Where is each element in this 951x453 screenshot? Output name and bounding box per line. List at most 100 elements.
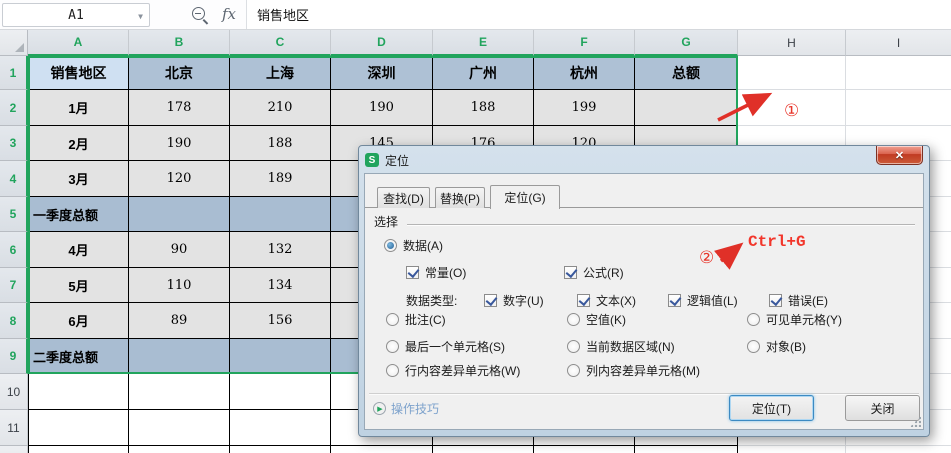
radio-comments[interactable]: 批注(C)	[386, 311, 446, 327]
row-header-9[interactable]: 9	[0, 339, 28, 374]
formula-input[interactable]: 销售地区	[246, 0, 951, 29]
checkbox-numbers[interactable]: 数字(U)	[484, 292, 544, 308]
cell[interactable]	[635, 446, 738, 453]
cell[interactable]: 总额	[635, 56, 738, 90]
cell[interactable]: 199	[534, 90, 635, 126]
cell[interactable]: 深圳	[331, 56, 433, 90]
insert-function-icon[interactable]: fx	[222, 5, 236, 23]
column-header-C[interactable]: C	[230, 30, 331, 56]
cell[interactable]: 178	[129, 90, 230, 126]
checkbox-formulas[interactable]: 公式(R)	[564, 264, 624, 280]
cell[interactable]: 5月	[28, 268, 129, 303]
cell[interactable]: 188	[433, 90, 534, 126]
cell[interactable]	[28, 410, 129, 446]
row-header-12[interactable]: 12	[0, 446, 28, 453]
cell[interactable]: 210	[230, 90, 331, 126]
cell[interactable]	[28, 374, 129, 410]
column-header-F[interactable]: F	[534, 30, 635, 56]
radio-visible-cells[interactable]: 可见单元格(Y)	[747, 311, 842, 327]
cell[interactable]	[738, 56, 846, 90]
cell[interactable]: 1月	[28, 90, 129, 126]
chevron-down-icon[interactable]: ▼	[138, 12, 143, 21]
cell[interactable]: 3月	[28, 161, 129, 197]
row-header-10[interactable]: 10	[0, 374, 28, 410]
column-header-A[interactable]: A	[28, 30, 129, 56]
cell[interactable]	[846, 446, 951, 453]
column-header-H[interactable]: H	[738, 30, 846, 56]
cell[interactable]	[635, 90, 738, 126]
cell[interactable]: 132	[230, 232, 331, 268]
column-header-G[interactable]: G	[635, 30, 738, 56]
row-header-7[interactable]: 7	[0, 268, 28, 303]
radio-current-region[interactable]: 当前数据区域(N)	[567, 338, 675, 354]
cell[interactable]	[230, 374, 331, 410]
cell[interactable]	[230, 446, 331, 453]
cell[interactable]	[433, 446, 534, 453]
cell[interactable]	[230, 339, 331, 374]
cell[interactable]: 189	[230, 161, 331, 197]
cell[interactable]: 190	[331, 90, 433, 126]
cell[interactable]: 杭州	[534, 56, 635, 90]
cell[interactable]: 6月	[28, 303, 129, 339]
row-header-5[interactable]: 5	[0, 197, 28, 232]
cell[interactable]: 4月	[28, 232, 129, 268]
row-header-2[interactable]: 2	[0, 90, 28, 126]
cell[interactable]: 190	[129, 126, 230, 161]
cell[interactable]: 二季度总额	[28, 339, 129, 374]
cell[interactable]: 北京	[129, 56, 230, 90]
cell[interactable]	[331, 446, 433, 453]
radio-row-differences[interactable]: 行内容差异单元格(W)	[386, 362, 520, 378]
row-header-3[interactable]: 3	[0, 126, 28, 161]
cell[interactable]	[846, 90, 951, 126]
row-header-4[interactable]: 4	[0, 161, 28, 197]
close-dialog-button[interactable]: 关闭	[845, 395, 920, 421]
cell[interactable]: 广州	[433, 56, 534, 90]
row-header-1[interactable]: 1	[0, 56, 28, 90]
cell[interactable]	[129, 410, 230, 446]
cell[interactable]	[230, 410, 331, 446]
radio-objects[interactable]: 对象(B)	[747, 338, 806, 354]
tab-replace[interactable]: 替换(P)	[435, 187, 485, 208]
cell[interactable]: 90	[129, 232, 230, 268]
cell[interactable]	[534, 446, 635, 453]
cell[interactable]: 销售地区	[28, 56, 129, 90]
cell[interactable]: 上海	[230, 56, 331, 90]
goto-button[interactable]: 定位(T)	[729, 395, 814, 421]
cell[interactable]	[129, 197, 230, 232]
tab-goto[interactable]: 定位(G)	[490, 185, 560, 209]
close-button[interactable]: ✕	[876, 146, 923, 165]
cell[interactable]: 134	[230, 268, 331, 303]
column-header-I[interactable]: I	[846, 30, 951, 56]
column-header-D[interactable]: D	[331, 30, 433, 56]
checkbox-constants[interactable]: 常量(O)	[406, 264, 466, 280]
zoom-out-icon[interactable]	[192, 7, 205, 20]
select-all-corner[interactable]	[0, 30, 28, 56]
column-header-E[interactable]: E	[433, 30, 534, 56]
cell[interactable]	[28, 446, 129, 453]
cell[interactable]: 188	[230, 126, 331, 161]
radio-data[interactable]: 数据(A)	[384, 237, 443, 253]
tab-find[interactable]: 查找(D)	[377, 187, 430, 208]
cell[interactable]: 2月	[28, 126, 129, 161]
cell[interactable]: 120	[129, 161, 230, 197]
checkbox-logicals[interactable]: 逻辑值(L)	[668, 292, 738, 308]
cell[interactable]	[129, 374, 230, 410]
cell[interactable]	[129, 446, 230, 453]
row-header-8[interactable]: 8	[0, 303, 28, 339]
cell[interactable]: 一季度总额	[28, 197, 129, 232]
radio-last-cell[interactable]: 最后一个单元格(S)	[386, 338, 505, 354]
cell[interactable]	[846, 56, 951, 90]
radio-column-differences[interactable]: 列内容差异单元格(M)	[567, 362, 700, 378]
cell[interactable]: 89	[129, 303, 230, 339]
tips-link[interactable]: ▶ 操作技巧	[373, 400, 439, 417]
dialog-titlebar[interactable]: S 定位	[365, 151, 409, 169]
row-header-6[interactable]: 6	[0, 232, 28, 268]
name-box[interactable]: A1 ▼	[2, 3, 150, 27]
radio-blanks[interactable]: 空值(K)	[567, 311, 626, 327]
cell[interactable]	[129, 339, 230, 374]
cell[interactable]: 110	[129, 268, 230, 303]
checkbox-text[interactable]: 文本(X)	[577, 292, 636, 308]
column-header-B[interactable]: B	[129, 30, 230, 56]
cell[interactable]	[230, 197, 331, 232]
cell[interactable]	[738, 446, 846, 453]
